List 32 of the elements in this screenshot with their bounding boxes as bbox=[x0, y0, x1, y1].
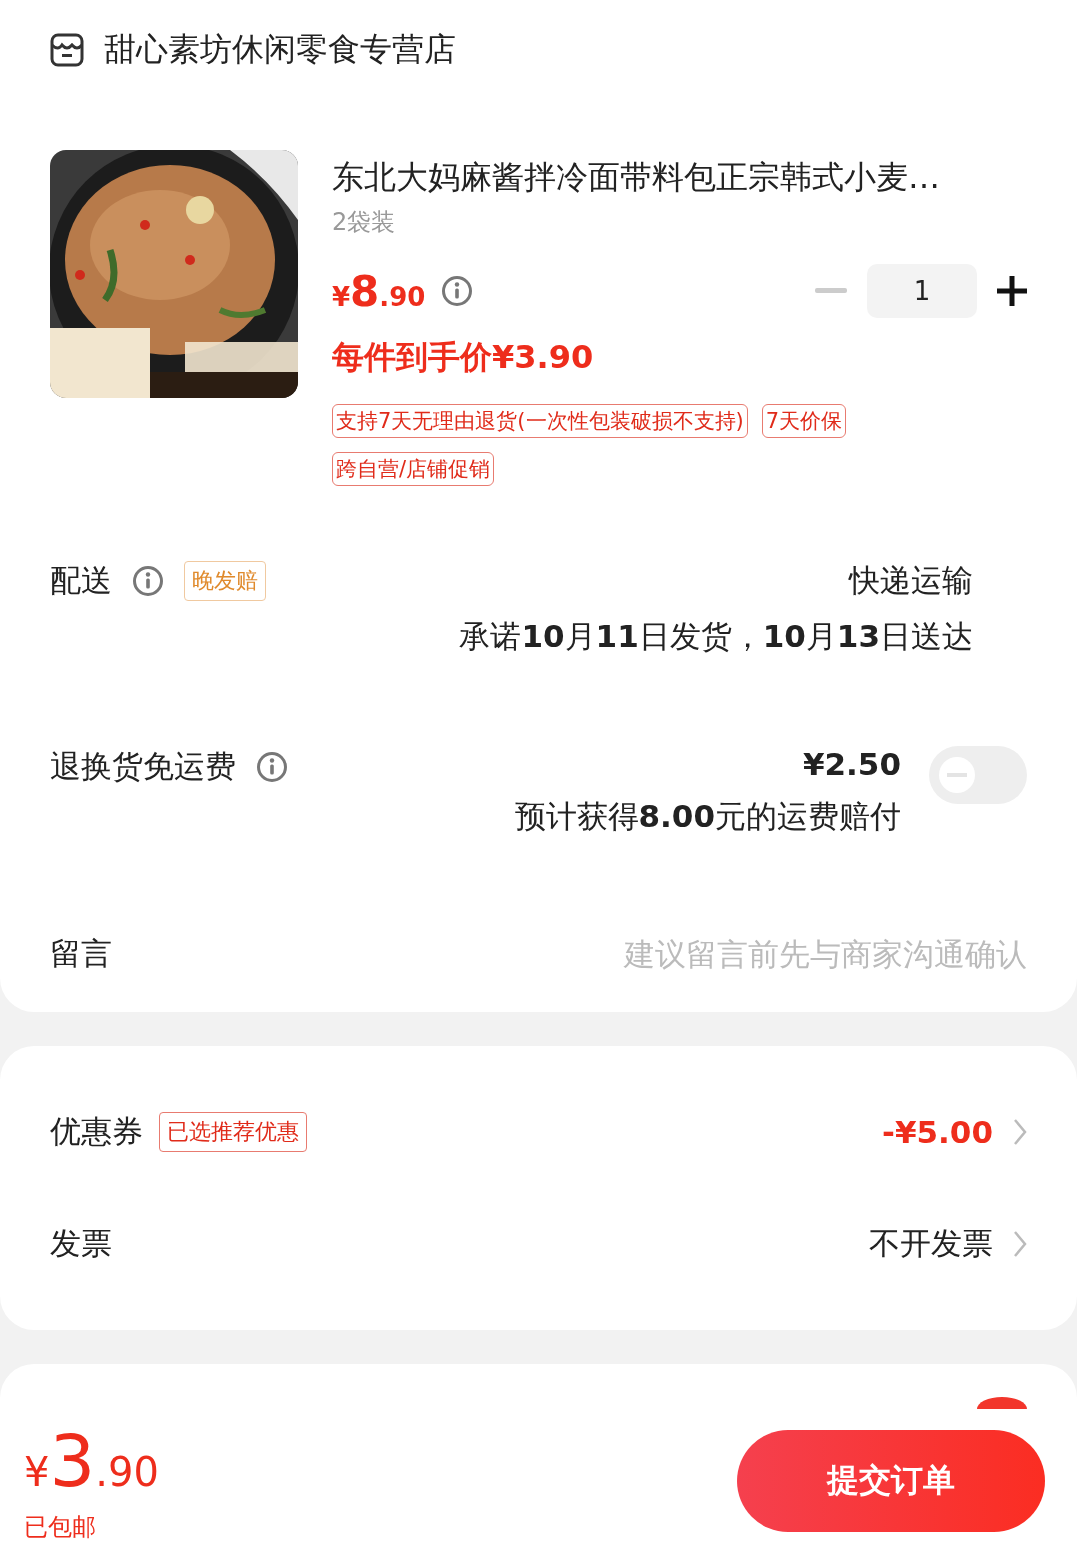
plus-icon[interactable] bbox=[997, 276, 1027, 306]
message-label: 留言 bbox=[50, 934, 112, 973]
coupon-label: 优惠券 bbox=[50, 1112, 143, 1151]
delivery-method[interactable]: 快递运输 bbox=[849, 560, 973, 602]
submit-order-button[interactable]: 提交订单 bbox=[737, 1430, 1045, 1532]
insurance-price: ¥2.50 bbox=[802, 746, 901, 782]
quantity-field[interactable]: 1 bbox=[867, 264, 977, 318]
total-price: ¥3.90 bbox=[24, 1419, 159, 1503]
store-icon bbox=[50, 33, 84, 67]
product-spec: 2袋装 bbox=[332, 207, 397, 238]
final-price: 每件到手价¥3.90 bbox=[332, 337, 595, 378]
compensation-note: 预计获得8.00元的运费赔付 bbox=[514, 797, 901, 836]
coupon-badge: 已选推荐优惠 bbox=[159, 1112, 307, 1152]
return-shipping-label: 退换货免运费 bbox=[50, 747, 236, 786]
service-tag: 支持7天无理由退货(一次性包装破损不支持) bbox=[332, 404, 748, 438]
service-tag: 7天价保 bbox=[761, 404, 847, 438]
product-title[interactable]: 东北大妈麻酱拌冷面带料包正宗韩式小麦… bbox=[332, 156, 1027, 200]
info-icon[interactable] bbox=[256, 751, 288, 783]
invoice-value[interactable]: 不开发票 bbox=[869, 1223, 993, 1265]
store-name[interactable]: 甜心素坊休闲零食专营店 bbox=[104, 28, 456, 72]
shipping-note: 已包邮 bbox=[24, 1512, 97, 1543]
message-field[interactable]: 建议留言前先与商家沟通确认 bbox=[467, 936, 1027, 972]
chevron-right-icon bbox=[1013, 1230, 1027, 1258]
delivery-label: 配送 bbox=[50, 561, 112, 600]
product-price: ¥8.90 bbox=[332, 266, 426, 316]
info-icon[interactable] bbox=[441, 275, 474, 307]
service-tag: 跨自营/店铺促销 bbox=[332, 452, 495, 486]
coupon-value[interactable]: -¥5.00 bbox=[882, 1114, 993, 1150]
late-compensation-badge: 晚发赔 bbox=[184, 561, 266, 601]
chevron-right-icon bbox=[1013, 1118, 1027, 1146]
invoice-label: 发票 bbox=[50, 1224, 112, 1263]
info-icon[interactable] bbox=[132, 565, 164, 597]
